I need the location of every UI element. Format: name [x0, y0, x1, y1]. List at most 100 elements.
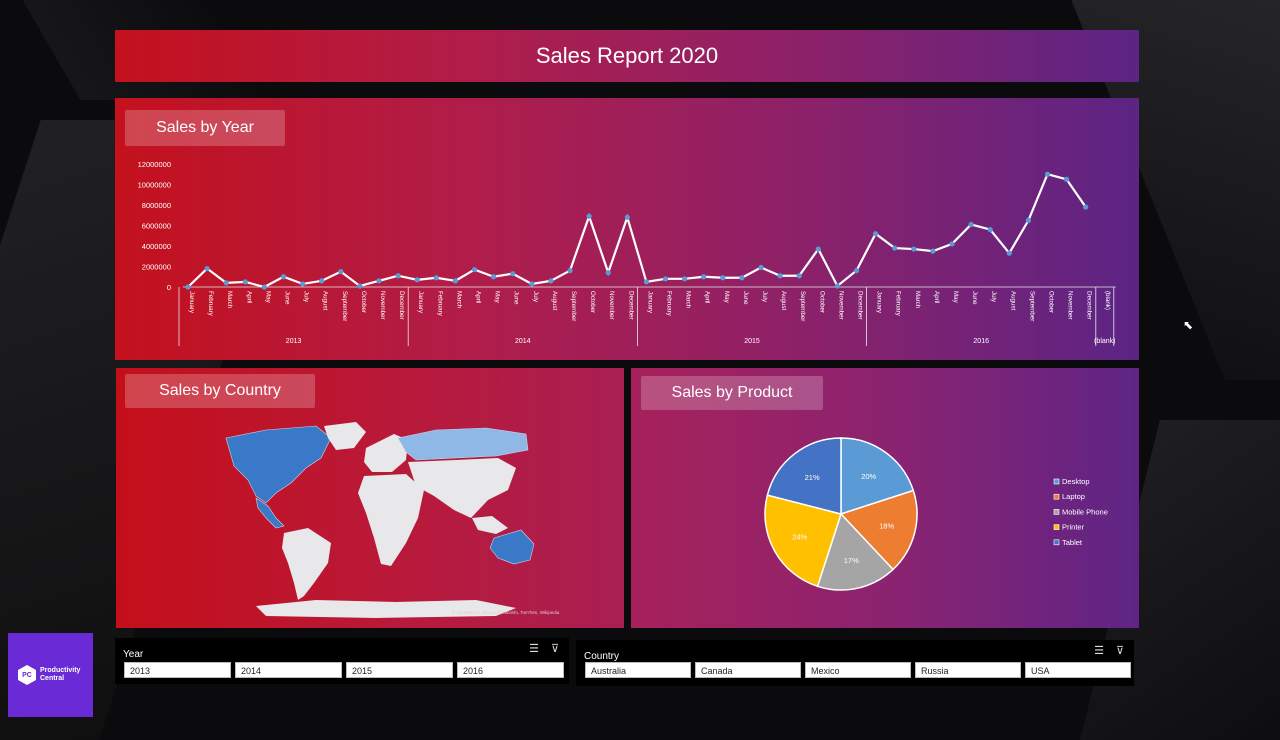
pie-data-label: 17% — [844, 556, 859, 565]
country-slicer[interactable]: Country ☰ ⊽ Australia Canada Mexico Russ… — [576, 640, 1134, 686]
x-tick-month-label: June — [971, 291, 978, 305]
year-slicer-2016[interactable]: 2016 — [457, 662, 564, 678]
y-tick-label: 2000000 — [142, 263, 171, 272]
sales-data-point — [605, 270, 611, 276]
year-slicer-2013[interactable]: 2013 — [124, 662, 231, 678]
sales-data-point — [853, 268, 860, 274]
sales-data-point — [529, 281, 535, 287]
multi-select-icon[interactable]: ☰ — [529, 642, 539, 655]
sales-data-point — [185, 284, 191, 290]
x-tick-month-label: January — [188, 291, 195, 314]
x-tick-month-label: November — [379, 291, 386, 320]
mouse-cursor-icon: ⬉ — [1183, 318, 1194, 332]
sales-data-point — [758, 264, 764, 271]
sales-data-point — [414, 277, 420, 283]
pie-data-label: 20% — [861, 472, 876, 481]
x-tick-month-label: May — [952, 291, 959, 304]
legend-entry: Laptop — [1062, 492, 1085, 501]
sales-data-point — [548, 278, 554, 284]
sales-data-point — [796, 273, 802, 279]
productivity-central-logo: PC Productivity Central — [8, 633, 93, 717]
sales-data-point — [911, 246, 917, 252]
x-tick-month-label: December — [398, 291, 405, 320]
sales-data-point — [300, 281, 306, 287]
map-russia — [397, 427, 529, 461]
x-tick-month-label: August — [780, 291, 787, 311]
sales-data-point — [892, 245, 898, 251]
sales-series-line — [187, 172, 1087, 289]
year-slicer[interactable]: Year ☰ ⊽ 2013 2014 2015 2016 — [115, 638, 569, 684]
country-slicer-mexico[interactable]: Mexico — [805, 662, 911, 678]
year-slicer-label: Year — [123, 649, 144, 660]
x-tick-month-label: February — [895, 291, 902, 317]
x-tick-month-label: March — [455, 291, 462, 309]
year-slicer-2014[interactable]: 2014 — [235, 662, 342, 678]
x-tick-month-label: October — [589, 291, 596, 313]
x-tick-month-label: June — [513, 291, 520, 305]
y-tick-label: 4000000 — [142, 242, 171, 251]
sales-data-point — [433, 275, 439, 281]
x-group-year-label: 2016 — [973, 338, 989, 345]
sales-data-point — [452, 278, 458, 284]
map-south-america — [282, 528, 331, 600]
x-tick-month-label: August — [1009, 291, 1016, 311]
multi-select-icon[interactable]: ☰ — [1094, 644, 1104, 657]
x-tick-month-label: October — [1048, 291, 1055, 313]
x-tick-blank-label: (blank) — [1104, 291, 1111, 310]
legend-swatch — [1053, 524, 1060, 530]
x-tick-month-label: April — [704, 291, 711, 303]
map-asia — [408, 458, 516, 518]
pie-data-label: 24% — [792, 533, 807, 542]
sales-data-point — [1025, 217, 1031, 223]
sales-data-point — [1083, 204, 1089, 210]
sales-data-point — [223, 280, 229, 286]
world-map[interactable]: © GeoNames, Microsoft, Navinfo, TomTom, … — [116, 368, 624, 628]
x-tick-month-label: January — [876, 291, 883, 314]
x-tick-month-label: March — [914, 291, 921, 309]
y-tick-label: 12000000 — [138, 160, 171, 169]
x-tick-month-label: November — [608, 291, 615, 320]
sales-data-point — [643, 279, 650, 285]
sales-by-year-panel[interactable]: Sales by Year 0 2000000 4000000 6000000 8000… — [115, 98, 1139, 360]
sales-data-point — [242, 279, 248, 285]
map-africa — [358, 474, 424, 566]
map-north-america — [225, 425, 332, 504]
y-tick-label: 6000000 — [142, 222, 171, 231]
sales-data-point — [815, 246, 821, 252]
clear-filter-icon[interactable]: ⊽ — [1116, 644, 1124, 657]
x-tick-month-label: March — [226, 291, 233, 309]
year-slicer-2015[interactable]: 2015 — [346, 662, 453, 678]
map-mexico — [255, 497, 285, 529]
sales-by-country-panel[interactable]: Sales by Country © GeoNames, Microsoft, … — [116, 368, 624, 628]
report-header: Sales Report 2020 — [115, 30, 1139, 82]
product-pie-chart[interactable]: 20% 18% 17% 24% 21% Desktop Laptop Mobile Phone… — [631, 368, 1139, 628]
sales-data-point — [968, 221, 974, 228]
legend-entry: Tablet — [1062, 538, 1083, 547]
x-tick-month-label: April — [475, 291, 482, 303]
country-slicer-canada[interactable]: Canada — [695, 662, 801, 678]
country-slicer-australia[interactable]: Australia — [585, 662, 691, 678]
sales-line-chart[interactable]: 0 2000000 4000000 6000000 8000000 10000000 120… — [115, 98, 1139, 360]
x-tick-month-label: December — [627, 291, 634, 320]
sales-data-point — [662, 276, 669, 282]
country-slicer-russia[interactable]: Russia — [915, 662, 1021, 678]
y-tick-label: 8000000 — [142, 201, 171, 210]
legend-entry: Mobile Phone — [1062, 507, 1108, 516]
map-credit: © GeoNames, Microsoft, Navinfo, TomTom, … — [452, 609, 560, 615]
x-tick-month-label: July — [761, 291, 768, 303]
sales-data-point — [720, 275, 726, 281]
x-tick-month-label: November — [837, 291, 844, 320]
sales-data-point — [682, 276, 688, 282]
x-tick-month-label: September — [570, 291, 577, 321]
sales-data-point — [280, 274, 287, 280]
x-tick-month-label: October — [360, 291, 367, 313]
country-slicer-usa[interactable]: USA — [1025, 662, 1131, 678]
logo-line1: Productivity — [40, 667, 81, 674]
y-tick-label: 0 — [167, 283, 171, 292]
sales-by-product-panel[interactable]: Sales by Product 20% 18% 17% 24% 21% Desktop L… — [631, 368, 1139, 628]
clear-filter-icon[interactable]: ⊽ — [551, 642, 559, 655]
x-tick-month-label: May — [264, 291, 271, 304]
x-tick-month-label: September — [341, 291, 348, 321]
map-southeast-asia — [472, 516, 508, 534]
sales-data-point — [777, 273, 783, 279]
